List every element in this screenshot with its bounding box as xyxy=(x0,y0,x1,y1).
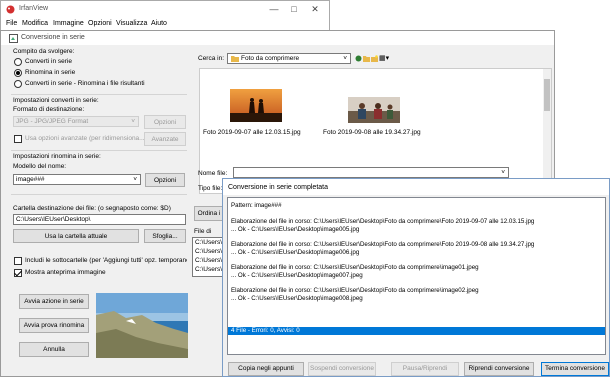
show-preview-label: Mostra anteprima immagine xyxy=(25,269,106,276)
rename-options-button[interactable]: Opzioni xyxy=(145,173,185,187)
start-batch-button[interactable]: Avvia azione in serie xyxy=(19,294,89,309)
up-folder-icon[interactable] xyxy=(363,55,370,62)
browser-scrollbar[interactable] xyxy=(543,69,551,193)
use-current-folder-button[interactable]: Usa la cartella attuale xyxy=(13,229,139,243)
conversion-complete-dialog: Conversione in serie completata Pattern:… xyxy=(222,178,610,377)
log-line: Elaborazione del file in corso: C:\Users… xyxy=(231,218,535,225)
radio-rinomina-label: Rinomina in serie xyxy=(25,69,76,76)
list-item[interactable]: C:\Users\ xyxy=(195,265,223,274)
log-line: Elaborazione del file in corso: C:\Users… xyxy=(231,241,535,248)
advanced-options-label: Usa opzioni avanzate (per ridimensiona..… xyxy=(25,135,147,142)
conversion-log[interactable]: Pattern: image### Elaborazione del file … xyxy=(227,197,606,355)
rename-settings-heading: Impostazioni rinomina in serie: xyxy=(13,153,101,160)
sort-button[interactable]: Ordina i xyxy=(194,206,224,221)
show-preview-checkbox[interactable] xyxy=(14,269,22,277)
advanced-button[interactable]: Avanzate xyxy=(144,132,186,146)
log-summary-text: 4 File - Errori: 0, Avvisi: 0 xyxy=(231,327,300,334)
look-in-select[interactable]: Foto da comprimere ˅ xyxy=(227,53,351,64)
radio-converti-rinomina-label: Converti in serie - Rinomina i file risu… xyxy=(25,80,145,87)
preview-image xyxy=(96,293,188,358)
file-name-input[interactable]: ˅ xyxy=(233,167,509,178)
pattern-label: Modello del nome: xyxy=(13,163,67,170)
log-line: Elaborazione del file in corso: C:\Users… xyxy=(231,287,479,294)
divider xyxy=(11,150,187,151)
advanced-options-checkbox[interactable] xyxy=(14,135,22,143)
list-item[interactable]: C:\Users\ xyxy=(195,238,223,247)
chevron-down-icon: ˅ xyxy=(501,169,505,176)
scrollbar-thumb[interactable] xyxy=(544,79,550,111)
pause-resume-button[interactable]: Pausa/Riprendi xyxy=(391,362,459,376)
log-line: ... Ok - C:\Users\IEUser\Desktop\image00… xyxy=(231,249,360,256)
log-line: Elaborazione del file in corso: C:\Users… xyxy=(231,264,479,271)
log-line: ... Ok - C:\Users\IEUser\Desktop\image00… xyxy=(231,272,363,279)
test-rename-button[interactable]: Avvia prova rinomina xyxy=(19,318,89,333)
list-item[interactable]: C:\Users\ xyxy=(195,256,223,265)
divider xyxy=(11,94,187,95)
close-button[interactable]: ✕ xyxy=(305,4,325,15)
menu-aiuto[interactable]: Aiuto xyxy=(151,20,167,27)
view-menu-icon[interactable]: ▦▾ xyxy=(379,54,389,62)
new-folder-icon[interactable] xyxy=(371,55,378,62)
menu-opzioni[interactable]: Opzioni xyxy=(88,20,112,27)
batch-window-title: Conversione in serie xyxy=(21,34,85,41)
batch-title-bar: Conversione in serie xyxy=(1,31,554,45)
dialog-title-bar: Conversione in serie completata xyxy=(223,179,609,195)
log-line: ... Ok - C:\Users\IEUser\Desktop\image00… xyxy=(231,295,363,302)
copy-to-clipboard-button[interactable]: Copia negli appunti xyxy=(228,362,304,376)
cancel-button[interactable]: Annulla xyxy=(19,342,89,357)
format-label: Formato di destinazione: xyxy=(13,106,85,113)
file-thumbnail[interactable] xyxy=(230,89,282,122)
radio-converti-label: Converti in serie xyxy=(25,58,72,65)
radio-converti-rinomina[interactable] xyxy=(14,80,22,88)
main-menu-bar: File Modifica Immagine Opzioni Visualizz… xyxy=(1,18,329,30)
file-name-label-field: Nome file: xyxy=(198,170,228,177)
file-type-label: Tipo file: xyxy=(198,185,223,192)
pattern-input[interactable]: image### ˅ xyxy=(13,174,141,185)
log-line: ... Ok - C:\Users\IEUser\Desktop\image00… xyxy=(231,226,360,233)
include-subfolders-checkbox[interactable] xyxy=(14,257,22,265)
main-title-bar: IrfanView — □ ✕ xyxy=(1,1,329,18)
batch-window-icon xyxy=(9,34,18,43)
file-thumbnail[interactable] xyxy=(348,97,400,123)
resume-conversion-button[interactable]: Riprendi conversione xyxy=(464,362,534,376)
chevron-down-icon: ˅ xyxy=(131,118,135,125)
format-select[interactable]: JPG - JPG/JPEG Format ˅ xyxy=(13,116,139,127)
radio-rinomina[interactable] xyxy=(14,69,22,77)
radio-converti[interactable] xyxy=(14,58,22,66)
format-options-button[interactable]: Opzioni xyxy=(144,115,186,129)
main-window-title: IrfanView xyxy=(19,5,49,12)
look-in-label: Cerca in: xyxy=(198,55,225,62)
end-conversion-button[interactable]: Termina conversione xyxy=(541,362,609,376)
chevron-down-icon: ˅ xyxy=(133,176,137,183)
folder-icon xyxy=(231,55,239,62)
irfanview-app-icon xyxy=(6,5,15,14)
menu-modifica[interactable]: Modifica xyxy=(22,20,48,27)
menu-immagine[interactable]: Immagine xyxy=(53,20,84,27)
file-name-label: Foto 2019-09-08 alle 19.34.27.jpg xyxy=(323,129,421,136)
suspend-conversion-button[interactable]: Sospendi conversione xyxy=(308,362,376,376)
dest-folder-input[interactable]: C:\Users\IEUser\Desktop\ xyxy=(13,214,186,225)
chevron-down-icon: ˅ xyxy=(343,55,347,62)
maximize-button[interactable]: □ xyxy=(284,4,304,15)
file-name-label: Foto 2019-09-07 alle 12.03.15.jpg xyxy=(203,129,301,136)
dest-folder-label: Cartella destinazione dei file: (o segna… xyxy=(13,205,171,212)
task-label: Compito da svolgere: xyxy=(13,48,75,55)
input-files-list[interactable]: C:\Users\ C:\Users\ C:\Users\ C:\Users\ xyxy=(192,237,224,277)
menu-visualizza[interactable]: Visualizza xyxy=(116,20,147,27)
log-summary-row[interactable]: 4 File - Errori: 0, Avvisi: 0 xyxy=(228,327,605,335)
dialog-title: Conversione in serie completata xyxy=(228,184,328,191)
convert-settings-heading: Impostazioni converti in serie: xyxy=(13,97,99,104)
include-subfolders-label: Includi le sottocartelle (per 'Aggiungi … xyxy=(25,257,187,264)
log-line: Pattern: image### xyxy=(231,202,282,209)
input-files-label: File di xyxy=(194,228,212,235)
menu-file[interactable]: File xyxy=(6,20,17,27)
minimize-button[interactable]: — xyxy=(264,4,284,15)
list-item[interactable]: C:\Users\ xyxy=(195,247,223,256)
back-icon[interactable] xyxy=(355,55,362,62)
divider xyxy=(11,194,187,195)
browse-button[interactable]: Sfoglia... xyxy=(144,229,186,243)
